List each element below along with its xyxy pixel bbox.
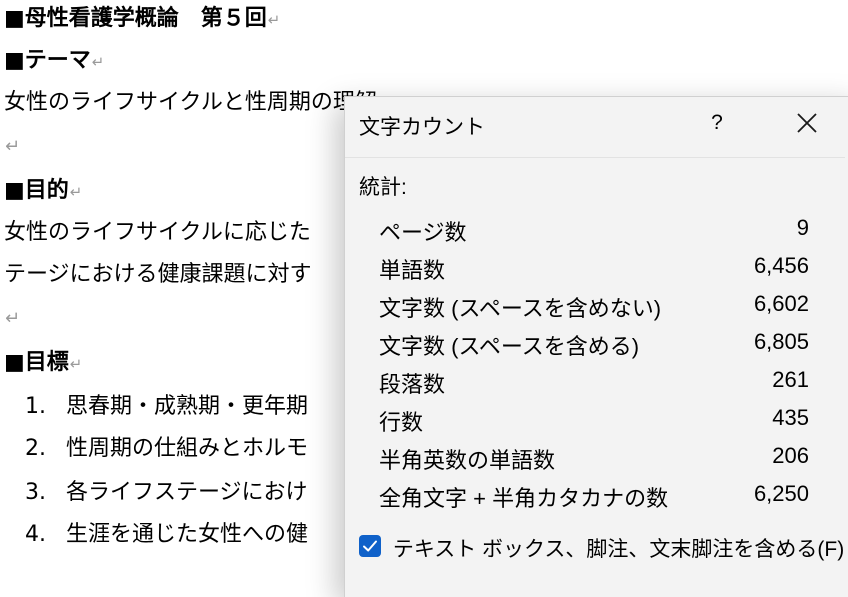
word-count-dialog: 文字カウント ? 統計: ページ数 9 単語数 6,456 文字数 (スペースを… xyxy=(344,96,848,597)
goal-item: 1. 思春期・成熟期・更年期 xyxy=(25,394,309,419)
close-icon xyxy=(797,113,817,133)
goal-item: 3. 各ライフステージにおけ xyxy=(25,480,308,505)
stat-row-fullwidth-chars: 全角文字 + 半角カタカナの数 6,250 xyxy=(379,481,809,517)
stat-value: 6,602 xyxy=(753,291,809,316)
stat-label: 半角英数の単語数 xyxy=(379,448,556,473)
goals-heading: ■目標↵ xyxy=(4,350,83,375)
stat-row-chars-with-spaces: 文字数 (スペースを含める) 6,805 xyxy=(379,329,809,365)
document-title: ■母性看護学概論 第５回↵ xyxy=(4,6,281,31)
theme-text: 女性のライフサイクルと性周期の理解 xyxy=(4,90,377,115)
purpose-heading: ■目的↵ xyxy=(4,178,83,203)
close-button[interactable] xyxy=(787,107,827,141)
title-divider xyxy=(345,157,845,158)
stat-row-chars-no-spaces: 文字数 (スペースを含めない) 6,602 xyxy=(379,291,809,327)
paragraph-mark: ↵ xyxy=(5,136,21,157)
stat-value: 6,805 xyxy=(753,329,809,354)
include-textboxes-checkbox[interactable] xyxy=(359,535,381,557)
stats-label: 統計: xyxy=(359,176,407,199)
stat-value: 435 xyxy=(772,405,809,430)
purpose-line-2: テージにおける健康課題に対す xyxy=(4,262,312,287)
stat-row-halfwidth-words: 半角英数の単語数 206 xyxy=(379,443,809,479)
stat-label: 行数 xyxy=(379,410,424,435)
help-button[interactable]: ? xyxy=(705,111,729,135)
purpose-line-1: 女性のライフサイクルに応じた xyxy=(4,220,311,245)
stat-value: 6,456 xyxy=(753,253,809,278)
stat-row-lines: 行数 435 xyxy=(379,405,809,441)
stat-value: 261 xyxy=(772,367,809,392)
goal-item: 2. 性周期の仕組みとホルモ xyxy=(25,436,309,461)
theme-heading: ■テーマ↵ xyxy=(4,48,105,73)
dialog-title: 文字カウント xyxy=(359,116,485,139)
stat-value: 206 xyxy=(772,443,809,468)
stat-label: 全角文字 + 半角カタカナの数 xyxy=(379,486,669,511)
paragraph-mark: ↵ xyxy=(5,308,21,329)
stat-label: ページ数 xyxy=(379,220,467,245)
stat-value: 6,250 xyxy=(753,481,809,506)
stat-label: 段落数 xyxy=(379,372,446,397)
stat-value: 9 xyxy=(796,215,809,240)
stat-label: 文字数 (スペースを含めない) xyxy=(379,296,662,321)
include-textboxes-label[interactable]: テキスト ボックス、脚注、文末脚注を含める(F) xyxy=(393,538,844,561)
stat-label: 文字数 (スペースを含める) xyxy=(379,334,640,359)
stat-row-pages: ページ数 9 xyxy=(379,215,809,251)
goal-item: 4. 生涯を通じた女性への健 xyxy=(25,522,309,547)
stat-row-paragraphs: 段落数 261 xyxy=(379,367,809,403)
checkmark-icon xyxy=(363,540,377,552)
stat-row-words: 単語数 6,456 xyxy=(379,253,809,289)
include-textboxes-footnotes-option[interactable]: テキスト ボックス、脚注、文末脚注を含める(F) xyxy=(359,533,844,563)
stat-label: 単語数 xyxy=(379,258,446,283)
